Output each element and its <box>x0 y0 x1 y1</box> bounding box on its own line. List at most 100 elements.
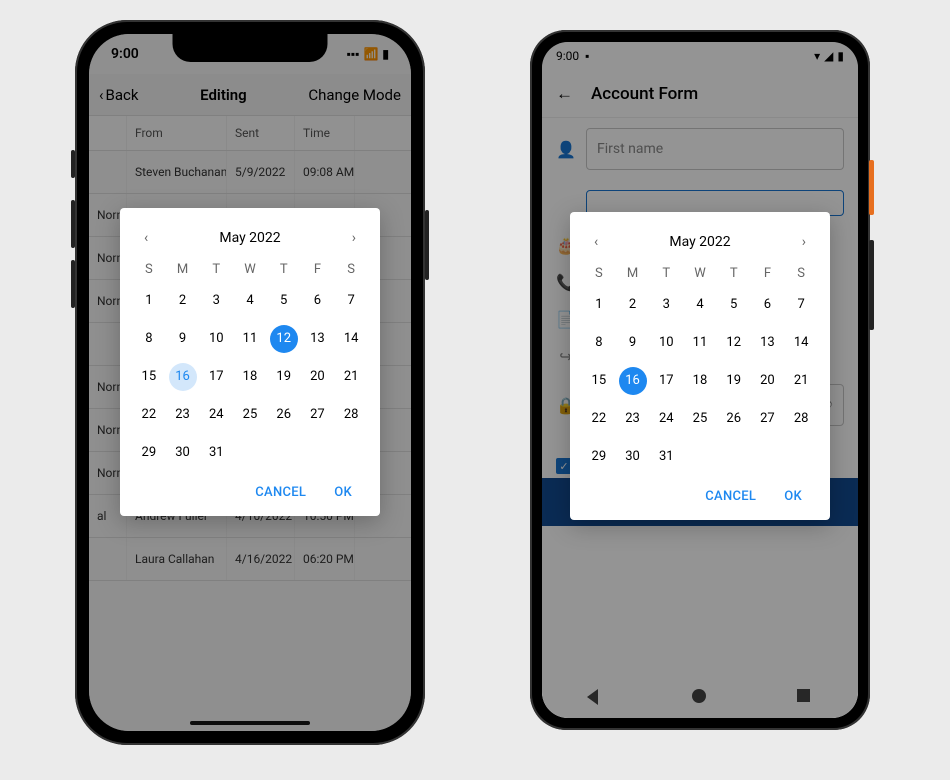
calendar-day[interactable]: 1 <box>585 291 613 319</box>
month-label: May 2022 <box>669 234 730 250</box>
date-picker: ‹ May 2022 › SMTWTFS12345678910111213141… <box>570 212 830 520</box>
calendar-actions: CANCEL OK <box>582 479 818 514</box>
calendar-day[interactable]: 22 <box>585 405 613 433</box>
cancel-button[interactable]: CANCEL <box>255 485 306 500</box>
calendar-day[interactable]: 26 <box>720 405 748 433</box>
calendar-day[interactable]: 8 <box>585 329 613 357</box>
calendar-day[interactable]: 22 <box>135 401 163 429</box>
iphone-volume-down <box>71 260 75 308</box>
iphone-power-button <box>425 210 429 280</box>
calendar-day[interactable]: 9 <box>169 325 197 353</box>
calendar-grid: SMTWTFS123456789101112131415161718192021… <box>582 264 818 479</box>
day-of-week-label: S <box>132 262 166 277</box>
pixel-volume-button <box>869 240 874 330</box>
iphone-volume-up <box>71 200 75 248</box>
ok-button[interactable]: OK <box>784 489 802 504</box>
calendar-day[interactable]: 21 <box>337 363 365 391</box>
ok-button[interactable]: OK <box>334 485 352 500</box>
calendar-day[interactable]: 3 <box>652 291 680 319</box>
calendar-day[interactable]: 21 <box>787 367 815 395</box>
day-of-week-label: S <box>582 266 616 281</box>
calendar-day[interactable]: 28 <box>787 405 815 433</box>
day-of-week-label: W <box>683 266 717 281</box>
calendar-day[interactable]: 23 <box>619 405 647 433</box>
calendar-day[interactable]: 30 <box>619 443 647 471</box>
calendar-day[interactable]: 18 <box>236 363 264 391</box>
calendar-day[interactable]: 25 <box>236 401 264 429</box>
calendar-day[interactable]: 31 <box>652 443 680 471</box>
day-of-week-label: M <box>166 262 200 277</box>
day-of-week-label: T <box>267 262 301 277</box>
next-month-button[interactable]: › <box>798 230 810 254</box>
pixel-power-button <box>869 160 874 215</box>
calendar-day[interactable]: 11 <box>686 329 714 357</box>
calendar-day[interactable]: 28 <box>337 401 365 429</box>
calendar-day[interactable]: 10 <box>202 325 230 353</box>
day-of-week-label: T <box>717 266 751 281</box>
iphone-mute-switch <box>71 150 75 178</box>
day-of-week-label: F <box>751 266 785 281</box>
calendar-day[interactable]: 27 <box>753 405 781 433</box>
calendar-day[interactable]: 13 <box>303 325 331 353</box>
calendar-day[interactable]: 15 <box>135 363 163 391</box>
calendar-day[interactable]: 29 <box>585 443 613 471</box>
month-label: May 2022 <box>219 230 280 246</box>
calendar-day[interactable]: 10 <box>652 329 680 357</box>
calendar-day[interactable]: 29 <box>135 439 163 467</box>
calendar-day[interactable]: 19 <box>270 363 298 391</box>
calendar-day[interactable]: 19 <box>720 367 748 395</box>
cancel-button[interactable]: CANCEL <box>705 489 756 504</box>
calendar-day[interactable]: 18 <box>686 367 714 395</box>
calendar-day[interactable]: 9 <box>619 329 647 357</box>
calendar-day[interactable]: 24 <box>202 401 230 429</box>
calendar-day[interactable]: 2 <box>619 291 647 319</box>
calendar-day[interactable]: 4 <box>236 287 264 315</box>
calendar-day[interactable]: 14 <box>337 325 365 353</box>
prev-month-button[interactable]: ‹ <box>590 230 602 254</box>
calendar-day[interactable]: 15 <box>585 367 613 395</box>
calendar-day[interactable]: 30 <box>169 439 197 467</box>
calendar-grid: SMTWTFS123456789101112131415161718192021… <box>132 260 368 475</box>
calendar-day[interactable]: 25 <box>686 405 714 433</box>
calendar-day[interactable]: 8 <box>135 325 163 353</box>
calendar-actions: CANCEL OK <box>132 475 368 510</box>
calendar-day[interactable]: 12 <box>270 325 298 353</box>
calendar-day[interactable]: 26 <box>270 401 298 429</box>
calendar-day[interactable]: 14 <box>787 329 815 357</box>
calendar-day[interactable]: 7 <box>787 291 815 319</box>
date-picker: ‹ May 2022 › SMTWTFS12345678910111213141… <box>120 208 380 516</box>
calendar-day[interactable]: 5 <box>720 291 748 319</box>
calendar-day[interactable]: 27 <box>303 401 331 429</box>
next-month-button[interactable]: › <box>348 226 360 250</box>
calendar-day[interactable]: 1 <box>135 287 163 315</box>
calendar-day[interactable]: 13 <box>753 329 781 357</box>
calendar-day[interactable]: 6 <box>753 291 781 319</box>
calendar-day[interactable]: 20 <box>303 363 331 391</box>
calendar-day[interactable]: 12 <box>720 329 748 357</box>
calendar-day[interactable]: 7 <box>337 287 365 315</box>
modal-overlay[interactable]: ‹ May 2022 › SMTWTFS12345678910111213141… <box>542 42 858 718</box>
day-of-week-label: W <box>233 262 267 277</box>
calendar-day[interactable]: 20 <box>753 367 781 395</box>
calendar-day[interactable]: 31 <box>202 439 230 467</box>
calendar-day[interactable]: 11 <box>236 325 264 353</box>
calendar-day[interactable]: 4 <box>686 291 714 319</box>
month-header: ‹ May 2022 › <box>582 226 818 264</box>
pixel-screen: 9:00 ▪ ▾ ◢ ▮ ← Account Form 👤 First name <box>542 42 858 718</box>
calendar-day[interactable]: 5 <box>270 287 298 315</box>
calendar-day[interactable]: 24 <box>652 405 680 433</box>
calendar-day[interactable]: 17 <box>202 363 230 391</box>
day-of-week-label: M <box>616 266 650 281</box>
iphone-screen: 9:00 ▪▪▪ 📶 ▮ ‹ Back Editing Change Mode … <box>89 34 411 731</box>
day-of-week-label: S <box>334 262 368 277</box>
calendar-day[interactable]: 16 <box>619 367 647 395</box>
calendar-day[interactable]: 3 <box>202 287 230 315</box>
day-of-week-label: S <box>784 266 818 281</box>
calendar-day[interactable]: 23 <box>169 401 197 429</box>
prev-month-button[interactable]: ‹ <box>140 226 152 250</box>
calendar-day[interactable]: 6 <box>303 287 331 315</box>
calendar-day[interactable]: 17 <box>652 367 680 395</box>
calendar-day[interactable]: 2 <box>169 287 197 315</box>
modal-overlay[interactable]: ‹ May 2022 › SMTWTFS12345678910111213141… <box>89 34 411 731</box>
calendar-day[interactable]: 16 <box>169 363 197 391</box>
